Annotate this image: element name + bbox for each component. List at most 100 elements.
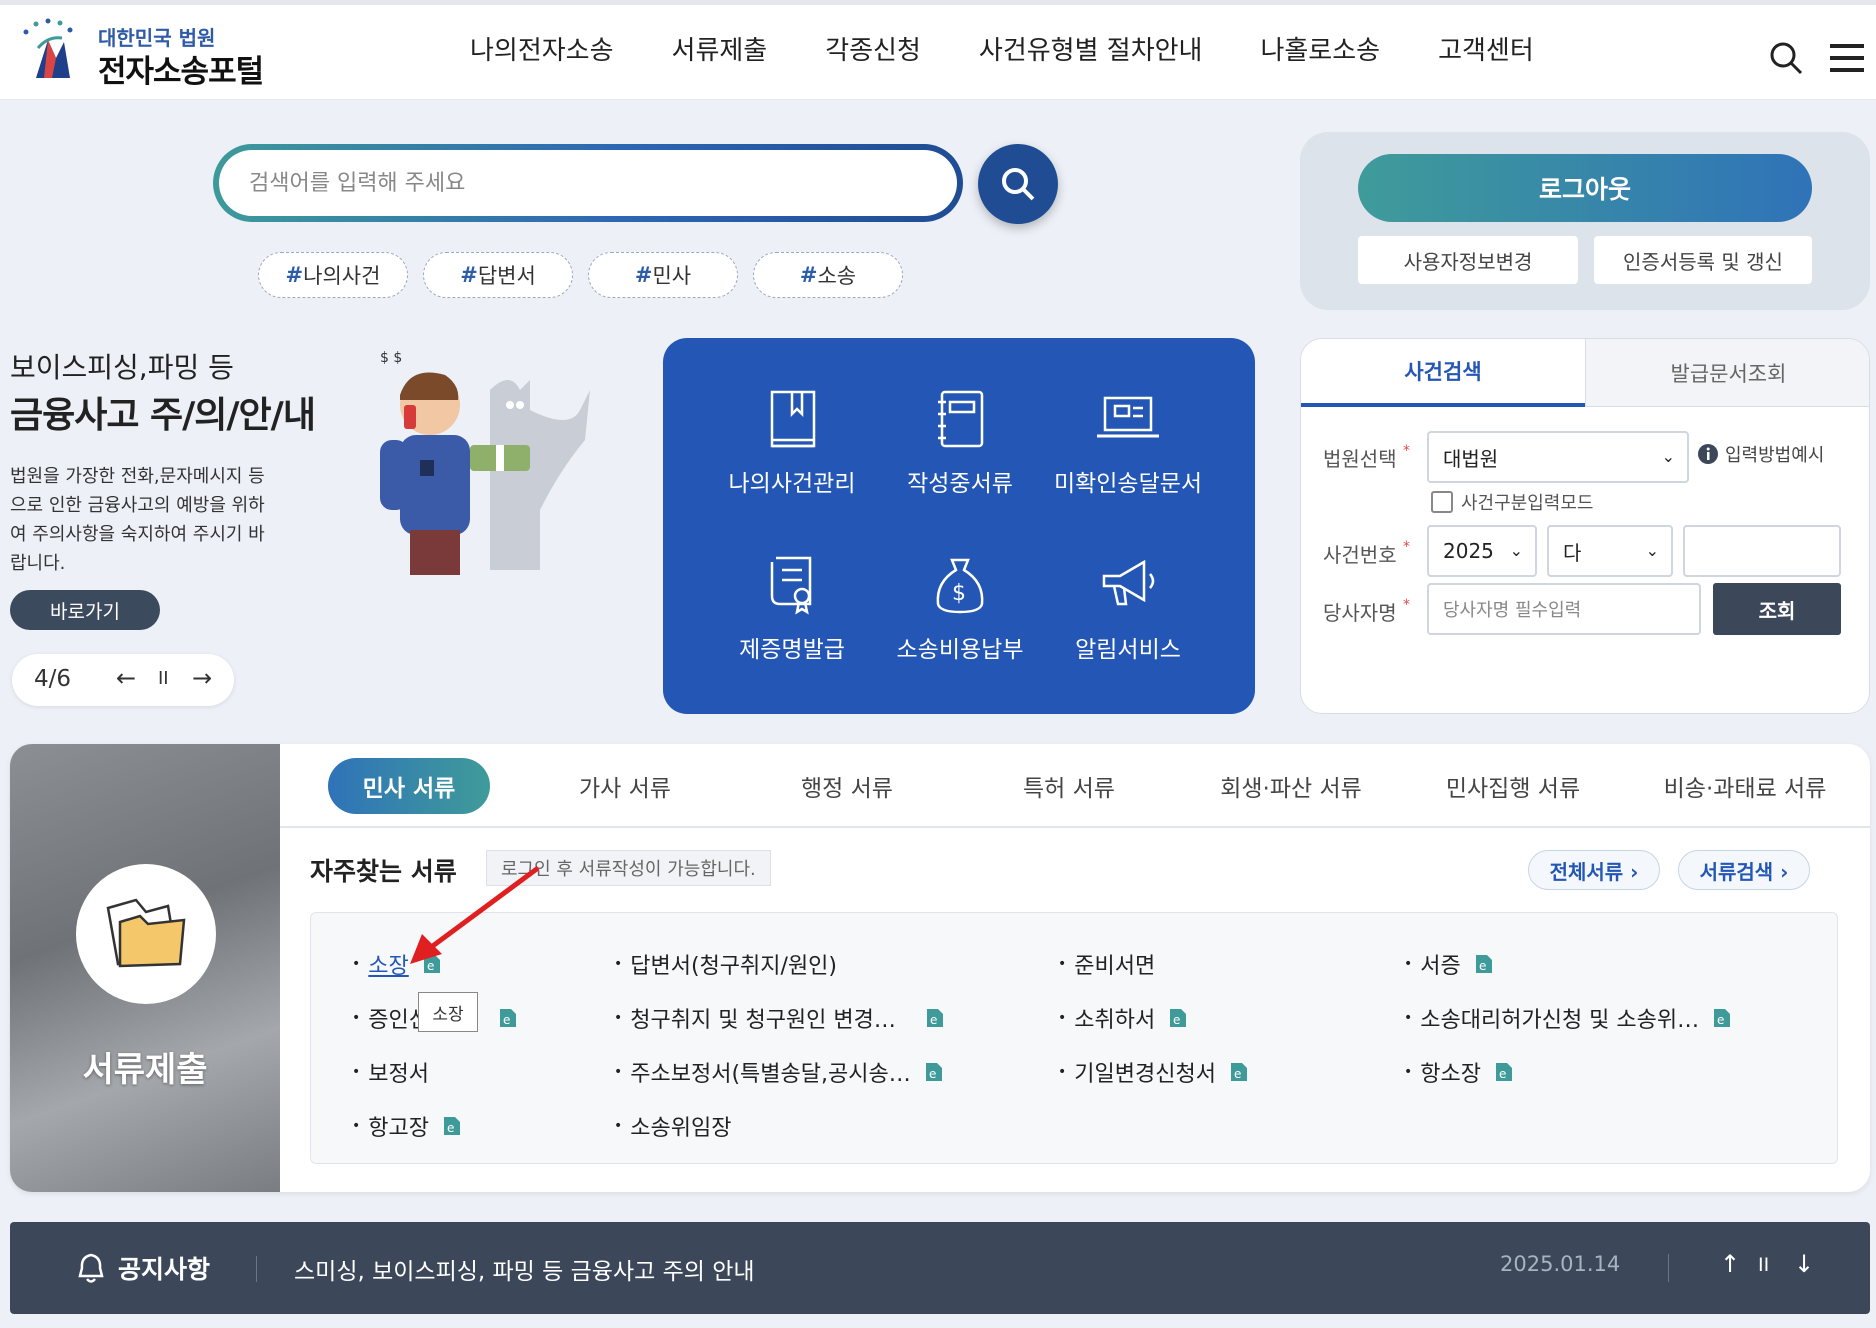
document-search-button[interactable]: 서류검색 › [1678,850,1810,890]
e-form-icon: e [1475,955,1492,973]
case-number-input[interactable] [1683,525,1841,577]
svg-text:e: e [1234,1067,1241,1081]
documents-section: 서류제출 민사 서류 가사 서류 행정 서류 특허 서류 회생·파산 서류 민사… [10,744,1870,1192]
input-help-link[interactable]: 입력방법예시 [1697,441,1824,467]
certificate-button[interactable]: 인증서등록 및 갱신 [1594,236,1812,284]
doc-appeal[interactable]: • 항소장 e [1404,1056,1513,1088]
doc-withdrawal[interactable]: • 소취하서 e [1058,1002,1187,1034]
banner-go-button[interactable]: 바로가기 [10,590,160,630]
logout-button[interactable]: 로그아웃 [1358,154,1812,222]
notice-down-arrow-icon[interactable]: ↓ [1794,1250,1814,1278]
nav-customer-center[interactable]: 고객센터 [1438,30,1534,74]
search-icon [1002,168,1035,201]
svg-text:$: $ [952,581,966,606]
banner-title: 금융사고 주/의/안/내 [10,395,316,436]
notice-title-link[interactable]: 스미싱, 보이스피싱, 파밍 등 금융사고 주의 안내 [294,1252,755,1286]
doc-attorney-permission[interactable]: • 소송대리허가신청 및 소송위… e [1404,1002,1731,1034]
divider [256,1256,257,1282]
party-name-input[interactable]: 당사자명 필수입력 [1427,583,1701,635]
divider [1668,1254,1669,1282]
doc-power-of-attorney[interactable]: • 소송위임장 [614,1110,731,1142]
svg-text:e: e [929,1067,936,1081]
tab-family-docs[interactable]: 가사 서류 [530,758,720,814]
hamburger-menu-icon[interactable] [1830,44,1864,72]
nav-procedure-guide[interactable]: 사건유형별 절차안내 [979,30,1203,74]
tab-bankruptcy-docs[interactable]: 회생·파산 서류 [1196,758,1386,814]
e-form-icon: e [926,1009,943,1027]
all-documents-button[interactable]: 전체서류 › [1528,850,1660,890]
logo-title: 전자소송포털 [98,54,264,90]
doc-answer[interactable]: • 답변서(청구취지/원인) [614,948,837,980]
chevron-down-icon: ⌄ [1509,541,1523,560]
case-search-button[interactable]: 조회 [1713,583,1841,635]
search-button[interactable] [978,144,1058,224]
tooltip: 소장 [418,992,478,1032]
user-info-button[interactable]: 사용자정보변경 [1358,236,1578,284]
notice-label: 공지사항 [118,1255,211,1284]
quick-my-case[interactable]: 나의사건관리 [707,388,877,498]
tab-admin-docs[interactable]: 행정 서류 [752,758,942,814]
nav-my-e-litigation[interactable]: 나의전자소송 [470,30,614,74]
svg-text:e: e [1479,959,1486,973]
case-mode-checkbox[interactable]: 사건구분입력모드 [1431,489,1593,515]
site-logo[interactable]: 대한민국 법원 전자소송포털 [18,18,288,90]
svg-text:e: e [447,1121,454,1135]
year-select[interactable]: 2025 ⌄ [1427,525,1537,577]
header-search-icon[interactable] [1768,40,1804,76]
party-name-label: 당사자명 * [1323,597,1410,625]
nav-document-submission[interactable]: 서류제출 [672,30,768,74]
doc-correction[interactable]: • 보정서 [352,1056,429,1088]
nav-self-litigation[interactable]: 나홀로소송 [1260,30,1380,74]
quick-certificates[interactable]: 제증명발급 [707,552,877,664]
search-input[interactable] [249,170,922,196]
chevron-down-icon: ⌄ [1645,541,1659,560]
case-number-label: 사건번호 * [1323,539,1410,567]
info-icon [1698,444,1718,464]
doc-address-correction[interactable]: • 주소보정서(특별송달,공시송… e [614,1056,943,1088]
doc-date-change[interactable]: • 기일변경신청서 e [1058,1056,1248,1088]
next-arrow-icon[interactable]: → [192,664,212,692]
svg-text:e: e [930,1013,937,1027]
nav-applications[interactable]: 각종신청 [825,30,921,74]
quick-drafts[interactable]: 작성중서류 [875,388,1045,498]
e-form-icon: e [1496,1063,1512,1081]
tab-civil-docs[interactable]: 민사 서류 [328,758,490,814]
tab-noncontentious-docs[interactable]: 비송·과태료 서류 [1640,758,1850,814]
doc-evidence[interactable]: • 서증 e [1404,948,1493,980]
tab-issued-doc-lookup[interactable]: 발급문서조회 [1585,339,1869,407]
tag-lawsuit[interactable]: # 소송 [753,252,903,298]
notebook-icon [938,390,984,448]
quick-unread-deliveries[interactable]: 미확인송달문서 [1043,388,1213,498]
tag-civil[interactable]: # 민사 [588,252,738,298]
pause-icon[interactable]: II [158,668,169,689]
notice-up-arrow-icon[interactable]: ↑ [1720,1250,1740,1278]
tab-case-search[interactable]: 사건검색 [1301,339,1585,407]
search-field [213,144,963,222]
doc-complaint-appeal[interactable]: • 항고장 e [352,1110,461,1142]
tab-patent-docs[interactable]: 특허 서류 [974,758,1164,814]
doc-preparatory-brief[interactable]: • 준비서면 [1058,948,1155,980]
banner-page-number: 4/6 [34,666,72,692]
tab-execution-docs[interactable]: 민사집행 서류 [1418,758,1608,814]
money-bag-icon: $ [936,558,984,614]
court-select[interactable]: 대법원 ⌄ [1427,431,1689,483]
doc-claim-change[interactable]: • 청구취지 및 청구원인 변경… e [614,1002,944,1034]
folder-icon [76,864,216,1004]
case-kind-select[interactable]: 다 ⌄ [1547,525,1673,577]
prev-arrow-icon[interactable]: ← [116,664,136,692]
red-annotation-arrow [410,865,540,964]
e-form-icon: e [1170,1009,1187,1027]
e-form-icon: e [1230,1063,1247,1081]
notice-pause-icon[interactable]: II [1758,1254,1769,1276]
tag-answer[interactable]: # 답변서 [423,252,573,298]
court-label: 법원선택 * [1323,443,1410,471]
quick-notifications[interactable]: 알림서비스 [1043,552,1213,664]
banner-subtitle: 보이스피싱,파밍 등 [10,351,234,384]
quick-payment[interactable]: $ 소송비용납부 [875,552,1045,664]
checkbox[interactable] [1431,491,1453,513]
bell-icon [78,1253,104,1283]
tag-my-case[interactable]: # 나의사건 [258,252,408,298]
e-form-icon: e [925,1063,942,1081]
chevron-down-icon: ⌄ [1661,447,1675,466]
laptop-icon [1097,396,1159,438]
